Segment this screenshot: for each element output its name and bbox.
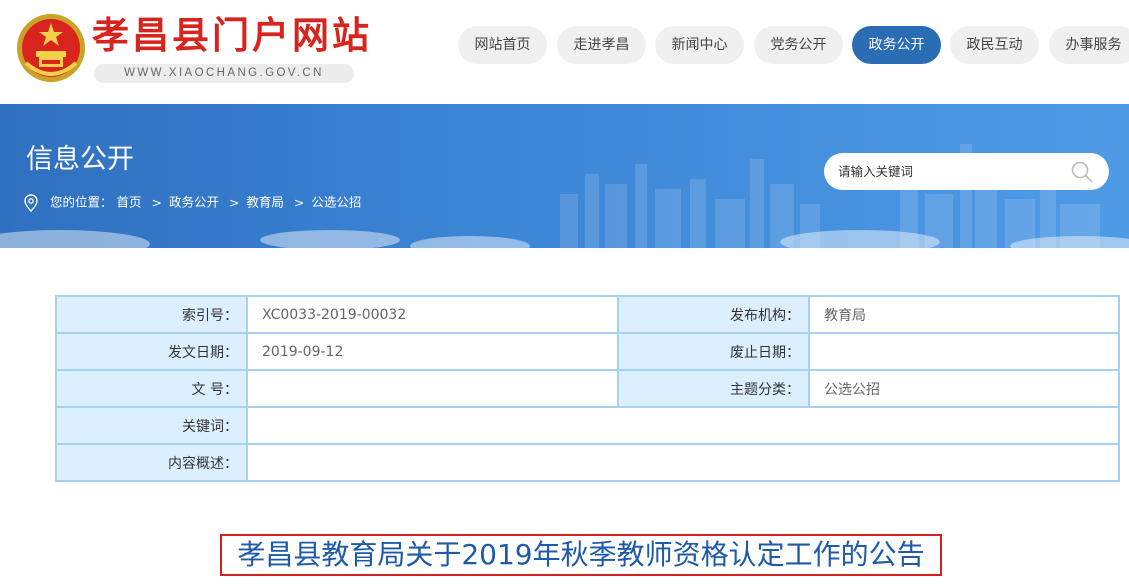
table-row: 索引号： XC0033-2019-00032 发布机构： 教育局 [55, 295, 1120, 334]
subject-category-label: 主题分类： [617, 369, 810, 408]
site-header: 孝昌县门户网站 WWW.XIAOCHANG.GOV.CN 网站首页 走进孝昌 新… [0, 0, 1129, 104]
national-emblem-icon [17, 14, 85, 82]
breadcrumb-public-recruitment[interactable]: 公选公招 [311, 195, 361, 210]
table-row: 发文日期： 2019-09-12 废止日期： [55, 332, 1120, 371]
nav-item-news[interactable]: 新闻中心 [655, 26, 744, 64]
summary-value [246, 443, 1120, 482]
table-row: 关键词： [55, 406, 1120, 445]
issue-date-value: 2019-09-12 [246, 332, 619, 371]
breadcrumb-separator: > [228, 194, 240, 210]
keywords-value [246, 406, 1120, 445]
publisher-label: 发布机构： [617, 295, 810, 334]
nav-item-about[interactable]: 走进孝昌 [557, 26, 646, 64]
nav-item-party-affairs[interactable]: 党务公开 [754, 26, 843, 64]
nav-item-home[interactable]: 网站首页 [458, 26, 547, 64]
article-title: 孝昌县教育局关于2019年秋季教师资格认定工作的公告 [220, 534, 942, 576]
document-number-label: 文 号： [55, 369, 248, 408]
breadcrumb-separator: > [151, 194, 162, 210]
breadcrumb-prefix: 您的位置： [49, 194, 113, 210]
keywords-label: 关键词： [55, 406, 248, 445]
table-row: 内容概述： [55, 443, 1120, 482]
search-box [824, 153, 1109, 190]
subject-category-value: 公选公招 [808, 369, 1120, 408]
index-number-value: XC0033-2019-00032 [246, 295, 619, 334]
site-title[interactable]: 孝昌县门户网站 [92, 14, 372, 58]
page-banner: 信息公开 您的位置： 首页 > 政务公开 > 教育局 > 公选公招 [0, 104, 1129, 248]
breadcrumb-home[interactable]: 首页 [116, 195, 141, 210]
site-url: WWW.XIAOCHANG.GOV.CN [94, 64, 354, 83]
document-number-value [246, 369, 619, 408]
banner-title: 信息公开 [26, 144, 134, 175]
breadcrumb-government-affairs[interactable]: 政务公开 [169, 195, 219, 210]
search-icon[interactable] [1070, 160, 1094, 184]
summary-label: 内容概述： [55, 443, 248, 482]
search-input[interactable] [838, 161, 1058, 182]
nav-item-government-affairs[interactable]: 政务公开 [852, 26, 941, 64]
publisher-value: 教育局 [808, 295, 1120, 334]
expiry-date-value [808, 332, 1120, 371]
expiry-date-label: 废止日期： [617, 332, 810, 371]
index-number-label: 索引号： [55, 295, 248, 334]
breadcrumb: 您的位置： 首页 > 政务公开 > 教育局 > 公选公招 [24, 192, 361, 213]
location-pin-icon [24, 193, 38, 212]
document-info-table: 索引号： XC0033-2019-00032 发布机构： 教育局 发文日期： 2… [55, 295, 1120, 482]
table-row: 文 号： 主题分类： 公选公招 [55, 369, 1120, 408]
nav-item-interaction[interactable]: 政民互动 [950, 26, 1039, 64]
nav-item-services[interactable]: 办事服务 [1049, 26, 1129, 64]
breadcrumb-separator: > [293, 194, 305, 210]
breadcrumb-education-bureau[interactable]: 教育局 [246, 195, 284, 210]
issue-date-label: 发文日期： [55, 332, 248, 371]
